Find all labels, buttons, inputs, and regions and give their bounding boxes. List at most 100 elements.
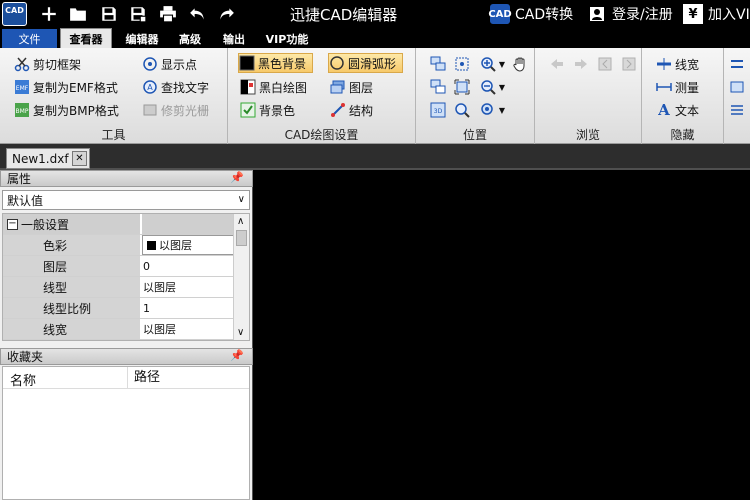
group-browse-label: 浏览 <box>575 128 600 142</box>
find-text-icon: A <box>142 79 158 95</box>
left-panel: 属性 📌 默认值 ∨ − 一般设置 色彩 以图层 图层 0 线型 以图层 线型比… <box>0 170 253 500</box>
save-as-icon[interactable] <box>127 3 149 25</box>
zoom-window-icon[interactable] <box>452 54 472 74</box>
color-swatch <box>147 240 156 250</box>
bw-drawing-icon <box>240 79 256 95</box>
zoom-out-dropdown-icon[interactable]: ▼ <box>492 77 512 97</box>
property-row-linetype[interactable]: 线型 以图层 <box>3 277 234 298</box>
zoom-previous-icon[interactable] <box>452 100 472 120</box>
overflow-tool-icon-3[interactable] <box>727 100 747 120</box>
scroll-up-icon[interactable]: ∧ <box>237 216 244 227</box>
property-section-general[interactable]: − 一般设置 <box>3 214 234 235</box>
bw-drawing-button[interactable]: 黑白绘图 <box>240 77 307 97</box>
scroll-down-icon[interactable]: ∨ <box>237 327 244 338</box>
zoom-in-dropdown-icon[interactable]: ▼ <box>492 54 512 74</box>
tab-editor[interactable]: 编辑器 <box>118 29 166 48</box>
scissors-icon <box>14 56 30 72</box>
cad-convert-button[interactable]: CAD CAD转换 <box>488 4 573 24</box>
login-button[interactable]: 登录/注册 <box>587 4 673 24</box>
bw-drawing-label: 黑白绘图 <box>259 80 308 95</box>
measure-button[interactable]: 测量 <box>656 77 699 97</box>
tab-output[interactable]: 输出 <box>216 29 252 48</box>
line-width-icon <box>656 56 672 72</box>
group-position: ▼ ▼ 3D ▼ 位置 <box>416 48 535 144</box>
app-icon[interactable]: CAD <box>2 2 27 26</box>
prev-page-icon[interactable] <box>595 54 615 74</box>
tab-vip[interactable]: VIP功能 <box>260 29 314 48</box>
property-name: 图层 <box>43 259 68 274</box>
show-points-button[interactable]: 显示点 <box>142 54 197 74</box>
find-text-button[interactable]: A 查找文字 <box>142 77 209 97</box>
property-value-cell[interactable]: 以图层 <box>142 235 234 255</box>
property-row-linetype-scale[interactable]: 线型比例 1 <box>3 298 234 319</box>
zoom-realtime-dropdown-icon[interactable]: ▼ <box>492 100 512 120</box>
zoom-extents-icon[interactable] <box>428 77 448 97</box>
rotate-3d-icon[interactable]: 3D <box>428 100 448 120</box>
back-arrow-icon[interactable] <box>547 54 567 74</box>
forward-arrow-icon[interactable] <box>571 54 591 74</box>
black-background-button[interactable]: 黑色背景 <box>238 53 314 73</box>
column-header-name[interactable]: 名称 <box>10 370 36 389</box>
section-label: 一般设置 <box>21 217 70 232</box>
next-page-icon[interactable] <box>619 54 639 74</box>
tab-file[interactable]: 文件 <box>2 29 57 48</box>
trim-raster-icon <box>142 102 158 118</box>
properties-header: 属性 📌 <box>0 170 253 187</box>
bg-color-button[interactable]: 背景色 <box>240 100 295 120</box>
print-icon[interactable] <box>157 3 179 25</box>
svg-text:3D: 3D <box>434 108 443 115</box>
pin-icon[interactable]: 📌 <box>230 349 244 362</box>
redo-icon[interactable] <box>215 3 237 25</box>
drawing-canvas[interactable] <box>254 170 750 500</box>
doc-tab-new1[interactable]: New1.dxf ✕ <box>6 148 90 169</box>
user-icon <box>587 4 607 24</box>
property-value-cell[interactable]: 以图层 <box>142 319 234 339</box>
favorites-header-label: 收藏夹 <box>7 350 44 364</box>
section-value-cell <box>142 214 234 234</box>
tab-viewer[interactable]: 查看器 <box>60 28 112 48</box>
pin-icon[interactable]: 📌 <box>230 171 244 184</box>
close-icon[interactable]: ✕ <box>72 151 87 166</box>
property-row-linewidth[interactable]: 线宽 以图层 <box>3 319 234 340</box>
property-value: 1 <box>143 301 150 315</box>
property-value-cell[interactable]: 以图层 <box>142 277 234 297</box>
open-folder-icon[interactable] <box>67 3 89 25</box>
collapse-icon[interactable]: − <box>7 218 18 230</box>
overflow-tool-icon-1[interactable] <box>727 54 747 74</box>
property-row-color[interactable]: 色彩 以图层 <box>3 235 234 256</box>
tab-advanced[interactable]: 高级 <box>172 29 208 48</box>
clip-frame-label: 剪切框架 <box>33 57 82 72</box>
structure-label: 结构 <box>349 103 374 118</box>
fit-window-icon[interactable] <box>428 54 448 74</box>
property-value-cell[interactable]: 0 <box>142 256 234 276</box>
vip-button[interactable]: ¥ 加入VIP <box>683 4 750 24</box>
smooth-arc-button[interactable]: 圆滑弧形 <box>328 53 404 73</box>
property-name: 色彩 <box>43 238 68 253</box>
save-icon[interactable] <box>98 3 120 25</box>
property-name: 线型比例 <box>43 301 92 316</box>
smooth-arc-label: 圆滑弧形 <box>348 56 397 71</box>
column-header-path[interactable]: 路径 <box>127 367 160 388</box>
new-file-icon[interactable] <box>38 3 60 25</box>
clip-frame-button[interactable]: 剪切框架 <box>14 54 81 74</box>
property-grid-scrollbar[interactable]: ∧ ∨ <box>233 214 249 340</box>
measure-icon <box>656 79 672 95</box>
layers-button[interactable]: 图层 <box>330 77 373 97</box>
fit-to-screen-icon[interactable] <box>452 77 472 97</box>
line-width-button[interactable]: 线宽 <box>656 54 699 74</box>
trim-raster-button[interactable]: 修剪光栅 <box>142 100 209 120</box>
group-tools-label: 工具 <box>101 128 126 142</box>
copy-bmp-button[interactable]: BMP 复制为BMP格式 <box>14 100 119 120</box>
structure-button[interactable]: 结构 <box>330 100 373 120</box>
bg-color-icon <box>240 102 256 118</box>
text-button[interactable]: A 文本 <box>656 100 699 120</box>
line-width-label: 线宽 <box>675 57 700 72</box>
copy-emf-button[interactable]: EMF 复制为EMF格式 <box>14 77 118 97</box>
pan-hand-icon[interactable] <box>510 54 530 74</box>
property-row-layer[interactable]: 图层 0 <box>3 256 234 277</box>
properties-filter-select[interactable]: 默认值 ∨ <box>2 190 250 210</box>
undo-icon[interactable] <box>187 3 209 25</box>
overflow-tool-icon-2[interactable] <box>727 77 747 97</box>
scrollbar-thumb[interactable] <box>236 230 247 246</box>
property-value-cell[interactable]: 1 <box>142 298 234 318</box>
